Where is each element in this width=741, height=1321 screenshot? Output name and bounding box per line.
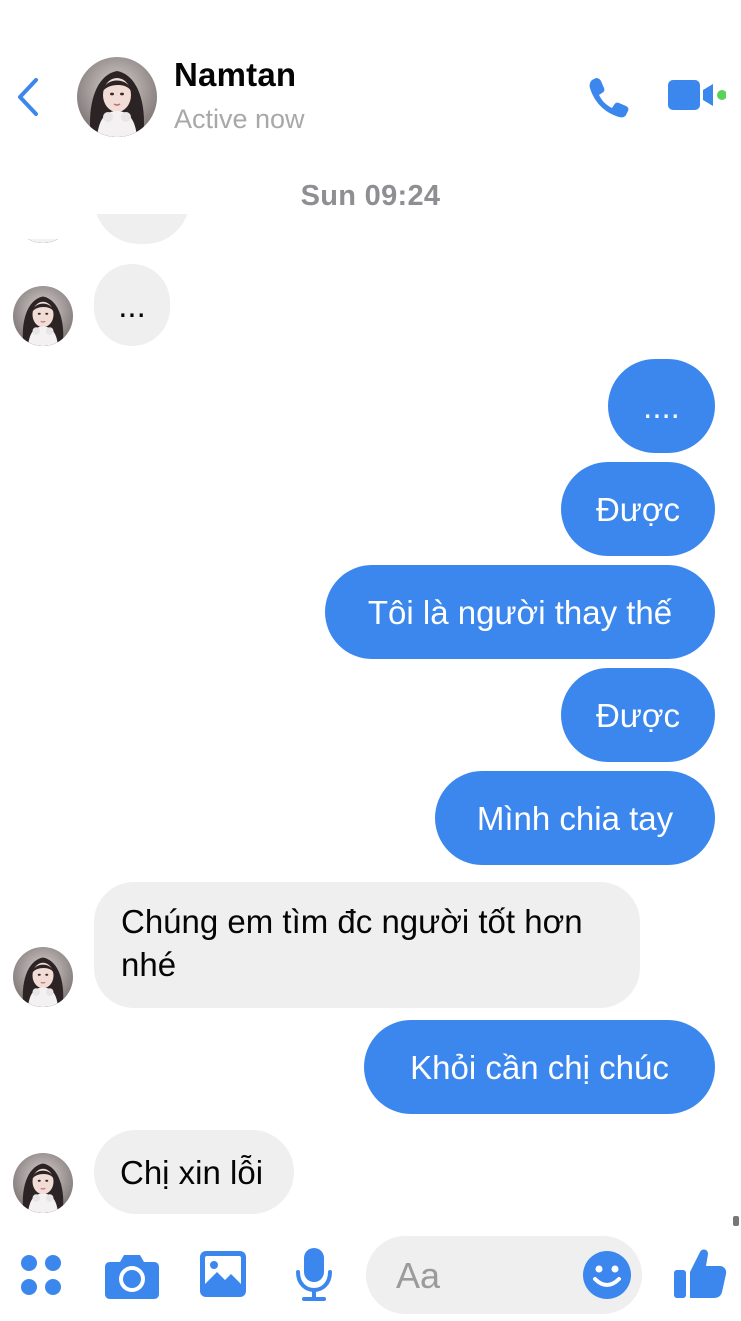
message-bubble-outgoing[interactable]: .... [608,359,715,453]
call-button[interactable] [586,74,632,120]
message-input-container[interactable] [366,1236,642,1314]
message-bubble-outgoing[interactable]: Được [561,668,715,762]
message-bubble-outgoing[interactable]: Khỏi cần chị chúc [364,1020,715,1114]
video-camera-icon [668,80,727,110]
smiley-icon [583,1251,631,1299]
camera-button[interactable] [104,1250,160,1300]
emoji-button[interactable] [582,1250,632,1300]
like-button[interactable] [672,1246,728,1302]
timestamp-divider: Sun 09:24 [300,180,441,212]
camera-icon [105,1255,159,1299]
phone-icon [589,78,629,118]
sender-avatar[interactable] [13,947,73,1007]
four-dots-icon [21,1255,61,1295]
video-call-button[interactable] [666,76,727,116]
contact-avatar[interactable] [77,57,157,137]
message-bubble-incoming[interactable]: Chúng em tìm đc người tốt hơn nhé [94,882,640,1008]
message-bubble-outgoing[interactable]: Được [561,462,715,556]
scroll-indicator [733,1216,739,1226]
back-button[interactable] [10,72,46,122]
message-bubble-outgoing[interactable]: Mình chia tay [435,771,715,865]
apps-button[interactable] [18,1252,64,1298]
composer-bar [0,1226,741,1321]
message-bubble-outgoing[interactable]: Tôi là người thay thế [325,565,715,659]
gallery-button[interactable] [199,1250,247,1298]
thumbs-up-icon [674,1249,727,1298]
chevron-left-icon [18,78,38,116]
message-input[interactable] [396,1254,576,1298]
message-bubble-incoming[interactable]: ... [94,264,170,346]
sender-avatar[interactable] [13,286,73,346]
chat-header: Namtan Active now [0,0,741,160]
image-icon [200,1251,246,1297]
sender-avatar[interactable] [13,1153,73,1213]
voice-message-button[interactable] [294,1246,334,1302]
microphone-icon [296,1248,332,1301]
contact-status: Active now [174,104,305,134]
contact-name[interactable]: Namtan [174,56,296,94]
message-bubble-incoming[interactable]: Chị xin lỗi [94,1130,294,1214]
message-list[interactable]: Sun 09:24 ... .... Được Tôi là người tha… [0,160,741,1226]
